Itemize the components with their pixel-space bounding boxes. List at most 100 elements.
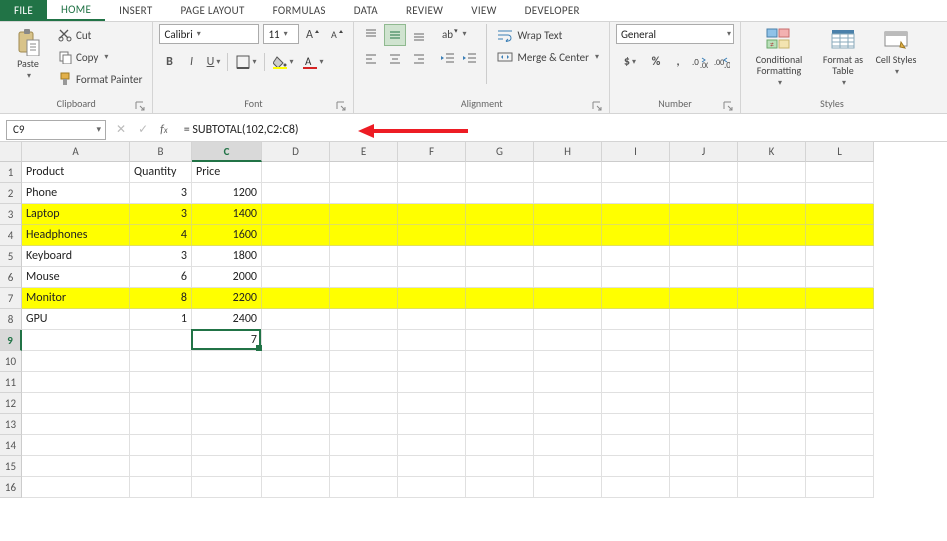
cell-L5[interactable] [806, 246, 874, 267]
cell-I10[interactable] [602, 351, 670, 372]
cell-D13[interactable] [262, 414, 330, 435]
tab-view[interactable]: VIEW [457, 0, 510, 21]
cell-L16[interactable] [806, 477, 874, 498]
cell-J13[interactable] [670, 414, 738, 435]
cell-F6[interactable] [398, 267, 466, 288]
cell-K12[interactable] [738, 393, 806, 414]
row-header-15[interactable]: 15 [0, 456, 22, 477]
column-header-J[interactable]: J [670, 142, 738, 162]
cell-L13[interactable] [806, 414, 874, 435]
cell-J10[interactable] [670, 351, 738, 372]
cell-H8[interactable] [534, 309, 602, 330]
cell-K16[interactable] [738, 477, 806, 498]
cell-B6[interactable]: 6 [130, 267, 192, 288]
merge-center-button[interactable]: Merge & Center ▾ [493, 46, 603, 68]
wrap-text-button[interactable]: Wrap Text [493, 24, 603, 46]
cell-E7[interactable] [330, 288, 398, 309]
cell-B12[interactable] [130, 393, 192, 414]
cell-L8[interactable] [806, 309, 874, 330]
row-header-12[interactable]: 12 [0, 393, 22, 414]
cell-L12[interactable] [806, 393, 874, 414]
cell-H4[interactable] [534, 225, 602, 246]
cell-A5[interactable]: Keyboard [22, 246, 130, 267]
dialog-launcher-icon[interactable] [591, 101, 603, 113]
cell-G14[interactable] [466, 435, 534, 456]
cell-H3[interactable] [534, 204, 602, 225]
cell-D7[interactable] [262, 288, 330, 309]
column-header-B[interactable]: B [130, 142, 192, 162]
cell-D8[interactable] [262, 309, 330, 330]
font-color-button[interactable]: A▾ [299, 52, 327, 72]
column-header-K[interactable]: K [738, 142, 806, 162]
cell-H1[interactable] [534, 162, 602, 183]
cell-A9[interactable] [22, 330, 130, 351]
cell-D2[interactable] [262, 183, 330, 204]
column-header-A[interactable]: A [22, 142, 130, 162]
cell-H6[interactable] [534, 267, 602, 288]
cell-B16[interactable] [130, 477, 192, 498]
cell-E8[interactable] [330, 309, 398, 330]
cell-I1[interactable] [602, 162, 670, 183]
row-header-4[interactable]: 4 [0, 225, 22, 246]
column-header-E[interactable]: E [330, 142, 398, 162]
cell-C13[interactable] [192, 414, 262, 435]
cell-C11[interactable] [192, 372, 262, 393]
cell-C3[interactable]: 1400 [192, 204, 262, 225]
column-header-H[interactable]: H [534, 142, 602, 162]
row-header-3[interactable]: 3 [0, 204, 22, 225]
row-header-5[interactable]: 5 [0, 246, 22, 267]
accounting-format-button[interactable]: $▾ [616, 52, 644, 72]
cell-C7[interactable]: 2200 [192, 288, 262, 309]
cell-L14[interactable] [806, 435, 874, 456]
cell-A10[interactable] [22, 351, 130, 372]
align-middle-button[interactable] [384, 24, 406, 46]
cancel-formula-icon[interactable]: ✕ [116, 122, 126, 137]
row-header-14[interactable]: 14 [0, 435, 22, 456]
cell-K3[interactable] [738, 204, 806, 225]
cell-G16[interactable] [466, 477, 534, 498]
cell-J3[interactable] [670, 204, 738, 225]
tab-insert[interactable]: INSERT [105, 0, 166, 21]
tab-file[interactable]: FILE [0, 0, 47, 21]
cell-G12[interactable] [466, 393, 534, 414]
font-face-combo[interactable]: Calibri▾ [159, 24, 259, 44]
cell-B11[interactable] [130, 372, 192, 393]
cell-G8[interactable] [466, 309, 534, 330]
cell-D14[interactable] [262, 435, 330, 456]
cell-B4[interactable]: 4 [130, 225, 192, 246]
cell-L3[interactable] [806, 204, 874, 225]
cut-button[interactable]: Cut [54, 24, 146, 46]
column-header-L[interactable]: L [806, 142, 874, 162]
cell-A13[interactable] [22, 414, 130, 435]
cell-L10[interactable] [806, 351, 874, 372]
cell-F5[interactable] [398, 246, 466, 267]
cell-G11[interactable] [466, 372, 534, 393]
cell-H16[interactable] [534, 477, 602, 498]
cell-styles-button[interactable]: Cell Styles▾ [875, 24, 917, 78]
row-header-1[interactable]: 1 [0, 162, 22, 183]
cell-J9[interactable] [670, 330, 738, 351]
cell-J14[interactable] [670, 435, 738, 456]
conditional-formatting-button[interactable]: ≠ Conditional Formatting▾ [747, 24, 811, 89]
cell-A1[interactable]: Product [22, 162, 130, 183]
cell-F1[interactable] [398, 162, 466, 183]
italic-button[interactable]: I [181, 52, 201, 72]
cell-A2[interactable]: Phone [22, 183, 130, 204]
cell-L4[interactable] [806, 225, 874, 246]
cell-G2[interactable] [466, 183, 534, 204]
cell-I5[interactable] [602, 246, 670, 267]
cell-D1[interactable] [262, 162, 330, 183]
cell-G3[interactable] [466, 204, 534, 225]
cell-E11[interactable] [330, 372, 398, 393]
cell-B3[interactable]: 3 [130, 204, 192, 225]
cell-F2[interactable] [398, 183, 466, 204]
cell-C8[interactable]: 2400 [192, 309, 262, 330]
cell-I8[interactable] [602, 309, 670, 330]
row-header-9[interactable]: 9 [0, 330, 22, 351]
cell-G15[interactable] [466, 456, 534, 477]
cell-I12[interactable] [602, 393, 670, 414]
cell-C16[interactable] [192, 477, 262, 498]
cell-E12[interactable] [330, 393, 398, 414]
cell-B15[interactable] [130, 456, 192, 477]
cell-D4[interactable] [262, 225, 330, 246]
